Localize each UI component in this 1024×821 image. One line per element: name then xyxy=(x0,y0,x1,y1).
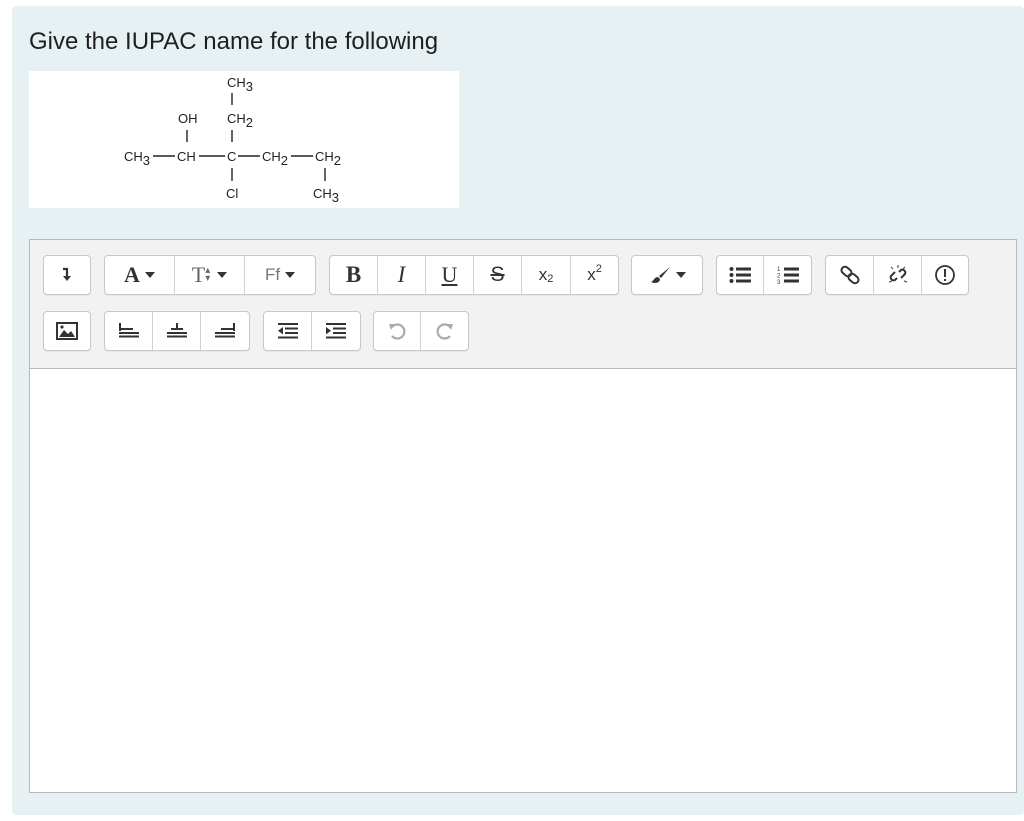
cl-atom: Cl xyxy=(226,186,238,201)
italic-label: I xyxy=(397,262,406,287)
image-icon xyxy=(56,322,78,340)
ch3-left: CH3 xyxy=(124,149,150,168)
bullet-list-icon xyxy=(729,267,751,283)
font-family-button[interactable]: Ff xyxy=(245,256,315,294)
align-right-icon xyxy=(215,323,235,338)
toolbar-group-indent xyxy=(263,311,361,351)
redo-icon xyxy=(436,323,453,340)
toolbar-group-history xyxy=(373,311,469,351)
redo-button[interactable] xyxy=(421,312,468,350)
align-right-button[interactable] xyxy=(201,312,249,350)
background-color-button[interactable] xyxy=(632,256,702,294)
strikethrough-button[interactable]: S xyxy=(474,256,522,294)
toolbar-group-background xyxy=(631,255,703,295)
unlink-button[interactable] xyxy=(874,256,922,294)
chevron-down-icon xyxy=(217,272,228,278)
ch2-upper: CH2 xyxy=(227,111,253,130)
accessibility-checker-button[interactable] xyxy=(922,256,968,294)
subscript-digit: 2 xyxy=(547,273,554,285)
editor-content-area[interactable] xyxy=(30,369,1016,792)
superscript-button[interactable]: x2 xyxy=(571,256,618,294)
link-icon xyxy=(839,265,860,285)
font-family-label: Ff xyxy=(264,265,281,284)
unordered-list-button[interactable] xyxy=(717,256,764,294)
collapse-toolbar-button[interactable] xyxy=(44,256,90,294)
warning-circle-icon xyxy=(935,265,955,285)
chemical-structure: CH3 OH CH2 CH3 CH C CH2 CH2 Cl CH3 xyxy=(124,75,341,205)
outdent-button[interactable] xyxy=(264,312,312,350)
c-atom: C xyxy=(227,149,236,164)
toolbar-group-links xyxy=(825,255,969,295)
ch3-top: CH3 xyxy=(227,75,253,94)
ch-group: CH xyxy=(177,149,196,164)
bold-button[interactable]: B xyxy=(330,256,378,294)
toolbar-group-font: A T ▴ ▾ Ff xyxy=(104,255,316,295)
ch3-bottom: CH3 xyxy=(313,186,339,205)
font-color-label: A xyxy=(124,262,140,287)
undo-icon xyxy=(389,323,406,340)
link-button[interactable] xyxy=(826,256,874,294)
svg-text:1: 1 xyxy=(777,267,781,273)
superscript-label: x xyxy=(587,265,596,284)
structure-image: CH3 OH CH2 CH3 CH C CH2 CH2 Cl CH3 xyxy=(29,71,459,208)
italic-button[interactable]: I xyxy=(378,256,426,294)
bold-label: B xyxy=(345,262,362,287)
toolbar-group-style: B I U S x2 x2 xyxy=(329,255,619,295)
rich-text-editor: A T ▴ ▾ Ff B I U S x2 x2 1 2 3 xyxy=(29,239,1017,793)
question-card: Give the IUPAC name for the following CH… xyxy=(12,6,1024,815)
font-size-button[interactable]: T ▴ ▾ xyxy=(175,256,245,294)
undo-button[interactable] xyxy=(374,312,421,350)
question-text: Give the IUPAC name for the following xyxy=(29,28,439,55)
underline-label: U xyxy=(441,262,458,287)
paintbrush-icon xyxy=(650,267,670,283)
toolbar-group-collapse xyxy=(43,255,91,295)
align-center-button[interactable] xyxy=(153,312,201,350)
strikethrough-label: S xyxy=(490,263,505,286)
ch2-middle: CH2 xyxy=(262,149,288,168)
svg-text:2: 2 xyxy=(777,274,781,280)
font-size-label: T xyxy=(191,262,206,287)
chevron-down-icon xyxy=(675,272,686,278)
svg-text:3: 3 xyxy=(777,280,781,285)
subscript-button[interactable]: x2 xyxy=(522,256,571,294)
unlink-icon xyxy=(888,265,907,283)
indent-icon xyxy=(326,323,346,339)
indent-button[interactable] xyxy=(312,312,360,350)
chevron-down-icon xyxy=(285,272,296,278)
toolbar-group-lists: 1 2 3 xyxy=(716,255,812,295)
oh-group: OH xyxy=(178,111,198,126)
align-center-icon xyxy=(166,323,187,338)
subscript-label: x xyxy=(538,265,548,284)
insert-image-button[interactable] xyxy=(44,312,90,350)
arrow-down-icon xyxy=(63,267,71,281)
editor-toolbar: A T ▴ ▾ Ff B I U S x2 x2 1 2 3 xyxy=(30,240,1016,369)
toolbar-group-image xyxy=(43,311,91,351)
ch2-right: CH2 xyxy=(315,149,341,168)
numbered-list-icon: 1 2 3 xyxy=(777,267,799,285)
chevron-down-icon xyxy=(144,272,155,278)
size-arrows-icon: ▴ ▾ xyxy=(205,265,211,284)
ordered-list-button[interactable]: 1 2 3 xyxy=(764,256,811,294)
align-left-icon xyxy=(118,323,139,338)
outdent-icon xyxy=(277,323,298,339)
align-left-button[interactable] xyxy=(105,312,153,350)
superscript-digit: 2 xyxy=(595,263,602,275)
underline-button[interactable]: U xyxy=(426,256,474,294)
font-color-button[interactable]: A xyxy=(105,256,175,294)
toolbar-group-align xyxy=(104,311,250,351)
